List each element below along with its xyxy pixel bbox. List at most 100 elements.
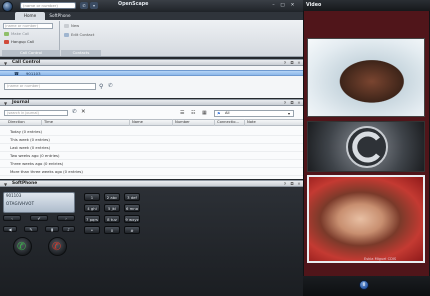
call-icon[interactable]: ✆ <box>108 83 113 89</box>
dropdown-arrow-icon[interactable]: ▾ <box>90 2 98 9</box>
panel-close-icon[interactable]: ✕ <box>296 100 302 105</box>
app-title: OpenScape <box>118 2 149 7</box>
softkey-3-button[interactable]: › <box>57 215 75 221</box>
column-header-note[interactable]: Note <box>245 119 303 126</box>
edit-contact-label: Edit Contact <box>71 32 95 37</box>
hangup-handset-icon: ✆ <box>52 240 62 253</box>
key-0-button[interactable]: 0 <box>104 226 120 234</box>
hangup-call-label: Hangup Call <box>11 39 35 44</box>
softphone-header[interactable]: ▼ SoftPhone ? ◘ ✕ <box>0 180 303 187</box>
mute-button[interactable]: ✎ <box>24 226 38 232</box>
column-header-time[interactable]: Time <box>42 119 130 126</box>
call-control-header[interactable]: ▼ Call Control ? ◘ ✕ <box>0 59 303 66</box>
line-phone-icon: ☎ <box>14 71 19 76</box>
details-view-icon[interactable]: ☷ <box>191 110 195 116</box>
help-icon[interactable]: ? <box>282 60 288 65</box>
new-contact-button[interactable]: New <box>63 23 99 29</box>
key-3-button[interactable]: 3 def <box>124 193 140 201</box>
journal-group-row[interactable]: More than three weeks ago (0 entries) <box>0 168 303 176</box>
softphone-title: SoftPhone <box>12 181 38 186</box>
new-icon <box>64 24 69 28</box>
journal-filter-value: All <box>225 111 230 115</box>
ribbon-group-call-label: Call Control <box>2 50 60 56</box>
openscape-logo <box>307 121 425 172</box>
pin-icon[interactable]: ◘ <box>289 60 295 65</box>
key-5-button[interactable]: 5 jkl <box>104 204 120 212</box>
minimize-icon[interactable]: – <box>270 2 277 9</box>
remote-video-thumbnail[interactable] <box>307 38 425 117</box>
journal-group-row[interactable]: Last week (0 entries) <box>0 144 303 152</box>
make-call-label: Make Call <box>11 31 30 36</box>
journal-search-input[interactable]: (search in journal) <box>4 110 68 116</box>
logo-mark-icon <box>346 126 388 168</box>
chevron-down-icon: ▾ <box>288 111 291 116</box>
pickup-handset-icon: ✆ <box>17 240 27 253</box>
key-9-button[interactable]: 9 wxyz <box>124 215 140 223</box>
softkey-1-button[interactable]: ‹ <box>3 215 21 221</box>
hangup-icon <box>4 40 9 44</box>
dial-phone-icon[interactable]: ✆ <box>80 2 88 9</box>
panel-close-icon[interactable]: ✕ <box>296 60 302 65</box>
key-2-button[interactable]: 2 abc <box>104 193 120 201</box>
make-call-icon <box>4 32 9 36</box>
journal-filter-select[interactable]: ⚑ All ▾ <box>214 110 294 117</box>
journal-title: Journal <box>12 100 30 105</box>
key-4-button[interactable]: 4 ghi <box>84 204 100 212</box>
pin-icon[interactable]: ◘ <box>289 181 295 186</box>
pickup-button[interactable]: ✆ <box>13 237 32 256</box>
column-header-direction[interactable]: Direction <box>6 119 42 126</box>
active-line-row[interactable]: ☎ 901103 <box>0 70 303 76</box>
line-number: 901103 <box>26 71 41 76</box>
call-control-title: Call Control <box>12 60 41 65</box>
edit-contact-icon <box>64 33 69 37</box>
column-header-number[interactable]: Number <box>173 119 215 126</box>
column-header-name[interactable]: Name <box>130 119 173 126</box>
edit-contact-button[interactable]: Edit Contact <box>63 32 101 38</box>
list-view-icon[interactable]: ☰ <box>180 110 184 116</box>
help-icon[interactable]: ? <box>282 100 288 105</box>
journal-group-row[interactable]: Two weeks ago (0 entries) <box>0 152 303 160</box>
speaker-button[interactable]: ◀ <box>3 226 17 232</box>
hangup-call-button[interactable]: Hangup Call <box>3 39 53 45</box>
display-number: 901103 <box>6 193 22 198</box>
journal-group-row[interactable]: This week (0 entries) <box>0 136 303 144</box>
journal-header[interactable]: ▼ Journal ? ◘ ✕ <box>0 99 303 106</box>
hold-button[interactable]: ▮ <box>45 226 59 232</box>
help-icon[interactable]: ? <box>282 181 288 186</box>
hangup-button[interactable]: ✆ <box>48 237 67 256</box>
filter-icon: ⚑ <box>217 111 221 116</box>
key-6-button[interactable]: 6 mno <box>124 204 140 212</box>
delete-icon[interactable]: ✕ <box>81 109 86 115</box>
key-star-button[interactable]: * <box>84 226 100 234</box>
main-video-view[interactable] <box>307 175 425 263</box>
panel-close-icon[interactable]: ✕ <box>296 181 302 186</box>
search-icon[interactable]: ⚲ <box>99 83 103 90</box>
journal-group-row[interactable]: Three weeks ago (0 entries) <box>0 160 303 168</box>
app-window: (name or number) ✆ ▾ OpenScape – □ ✕ Hom… <box>0 0 430 296</box>
key-hash-button[interactable]: # <box>124 226 140 234</box>
key-7-button[interactable]: 7 pqrs <box>84 215 100 223</box>
pin-icon[interactable]: ◘ <box>289 100 295 105</box>
maximize-icon[interactable]: □ <box>279 2 286 9</box>
ribbon-dial-dropdown[interactable]: (name or number) <box>3 23 53 29</box>
column-header-connection[interactable]: Connectio... <box>215 119 245 126</box>
video-toggle-button[interactable]: ⅱ <box>359 280 369 290</box>
softkey-ok-button[interactable]: ✔ <box>30 215 48 221</box>
grid-view-icon[interactable]: ▦ <box>202 110 207 116</box>
tab-softphone[interactable]: SoftPhone <box>45 12 75 20</box>
close-icon[interactable]: ✕ <box>289 2 296 9</box>
dial-input[interactable]: (name or number) <box>20 2 76 9</box>
video-panel-title: Video <box>303 0 430 11</box>
call-back-icon[interactable]: ✆ <box>72 109 77 115</box>
video-caption: Eskia Miguel CDIS <box>364 257 397 261</box>
volume-button[interactable]: ♪ <box>62 226 75 232</box>
app-menu-orb-icon[interactable] <box>2 1 13 12</box>
new-contact-label: New <box>71 23 80 28</box>
call-number-input[interactable]: (name or number) <box>4 83 96 90</box>
key-1-button[interactable]: 1 <box>84 193 100 201</box>
make-call-button[interactable]: Make Call <box>3 31 53 37</box>
tab-home[interactable]: Home <box>15 12 45 20</box>
key-8-button[interactable]: 8 tuv <box>104 215 120 223</box>
journal-group-row[interactable]: Today (0 entries) <box>0 128 303 136</box>
ribbon-group-contacts-label: Contacts <box>61 50 101 56</box>
